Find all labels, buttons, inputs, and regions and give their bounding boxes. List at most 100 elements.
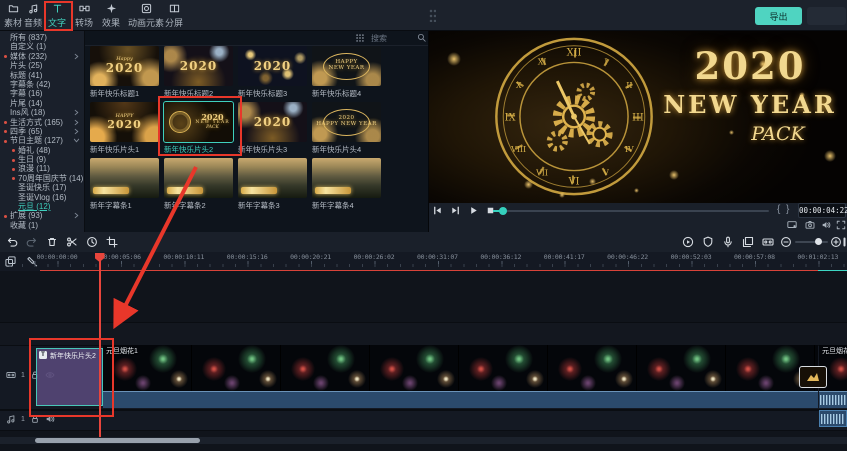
template-thumbnail[interactable]: 新年字幕条1 [90, 158, 159, 211]
preview-quality-button[interactable] [762, 236, 774, 248]
template-thumbnail[interactable]: 2020新年快乐片头3 [238, 102, 307, 155]
sidebar-item-14[interactable]: 浪漫 (11) [0, 164, 84, 173]
sidebar-item-8[interactable]: Ins风 (18) [0, 108, 84, 117]
timeline-audio-clip[interactable] [819, 410, 847, 427]
snapshot-camera-icon[interactable] [805, 220, 815, 230]
svg-text:VI: VI [568, 176, 580, 187]
sidebar-item-6[interactable]: 字幕 (16) [0, 89, 84, 98]
mark-out-button[interactable]: } [786, 204, 789, 215]
sidebar-item-7[interactable]: 片尾 (14) [0, 99, 84, 108]
tab-text[interactable]: 文字 [48, 3, 66, 29]
template-thumbnail[interactable]: HAPPY2020新年快乐片头1 [90, 102, 159, 155]
timeline-scrollbar[interactable] [0, 437, 847, 444]
sidebar-item-19[interactable]: 扩展 (93) [0, 211, 84, 220]
seek-handle[interactable] [499, 207, 507, 215]
preview-video[interactable]: XII I II III IV V VI VII VIII IX X XI 20… [429, 30, 847, 203]
grid-view-icon[interactable] [355, 33, 365, 43]
ruler-timecode: 00:00:41:17 [534, 253, 594, 261]
previous-frame-button[interactable] [432, 205, 443, 216]
mixer-button[interactable] [742, 236, 754, 248]
thumbnail-text: 2020 [107, 119, 142, 131]
ruler-timecode: 00:00:36:12 [471, 253, 531, 261]
chevron-right-icon[interactable] [73, 212, 80, 219]
thumbnail-label: 新年快乐片头2 [164, 144, 240, 155]
split-clip-button[interactable] [66, 236, 78, 248]
marker-button[interactable] [702, 236, 714, 248]
sidebar-item-12[interactable]: 婚礼 (48) [0, 146, 84, 155]
template-thumbnail[interactable]: 2020HAPPY NEW YEAR新年快乐片头4 [312, 102, 381, 155]
top-right-panel[interactable] [807, 7, 846, 25]
zoom-slider-handle[interactable] [815, 238, 822, 245]
sidebar-item-15[interactable]: 70周年国庆节 (14) [0, 174, 84, 183]
zoom-out-button[interactable] [780, 236, 792, 248]
timeline-tracks: 1 1 元旦烟花1 元旦烟花2 [0, 271, 847, 432]
timeline-zoom-slider[interactable] [795, 241, 828, 243]
tab-splitscreen[interactable]: 分屏 [165, 3, 183, 29]
transition-indicator[interactable] [799, 366, 827, 388]
thumbnail-label: 新年快乐片头1 [90, 144, 166, 155]
template-thumbnail[interactable]: 2020NEW YEARPACK新年快乐片头2 [164, 102, 233, 155]
sidebar-item-11[interactable]: 节日主题 (127) [0, 136, 84, 145]
chevron-right-icon[interactable] [73, 119, 80, 126]
next-frame-button[interactable] [450, 205, 461, 216]
undo-button[interactable] [6, 236, 18, 248]
sidebar-item-0[interactable]: 所有 (837) [0, 33, 84, 42]
sidebar-item-20[interactable]: 收藏 (1) [0, 221, 84, 230]
seek-bar[interactable] [493, 210, 769, 212]
panel-divider-grip[interactable] [429, 9, 436, 22]
export-button[interactable]: 导出 [755, 7, 802, 25]
thumbnail-art-oval: HAPPYNEW YEAR [312, 46, 381, 86]
redo-button[interactable] [26, 236, 38, 248]
tab-effects[interactable]: 效果 [102, 3, 120, 29]
sidebar-item-1[interactable]: 自定义 (1) [0, 42, 84, 51]
timeline-ruler[interactable]: 00:00:00:0000:00:05:0600:00:10:1100:00:1… [0, 252, 847, 271]
chevron-right-icon[interactable] [73, 53, 80, 60]
template-thumbnail[interactable]: 2020新年快乐标题3 [238, 46, 307, 99]
search-label[interactable]: 搜索 [371, 33, 387, 44]
template-thumbnail[interactable]: 新年字幕条2 [164, 158, 233, 211]
chevron-down-icon[interactable] [73, 137, 80, 144]
timeline-clip-fireworks-1[interactable]: 元旦烟花1 [103, 345, 818, 407]
ruler-timecode: 00:01:02:13 [788, 253, 847, 261]
volume-icon[interactable] [821, 220, 831, 230]
lock-track-icon[interactable] [30, 414, 40, 424]
tab-transition[interactable]: 转场 [75, 3, 93, 29]
speed-button[interactable] [86, 236, 98, 248]
fit-timeline-button[interactable] [841, 236, 847, 248]
render-preview-button[interactable] [682, 236, 694, 248]
playhead[interactable] [99, 253, 101, 437]
sidebar-item-5[interactable]: 字幕条 (42) [0, 80, 84, 89]
search-icon[interactable] [417, 33, 426, 42]
sidebar-item-18[interactable]: 元旦 (12) [0, 202, 84, 211]
chevron-right-icon[interactable] [73, 128, 80, 135]
fullscreen-icon[interactable] [836, 220, 846, 230]
empty-track-lane[interactable] [0, 322, 847, 346]
sidebar-item-label: 圣诞Vlog (16) [18, 193, 66, 202]
template-thumbnail[interactable]: Happy2020新年快乐标题1 [90, 46, 159, 99]
template-thumbnail[interactable]: 2020新年快乐标题2 [164, 46, 233, 99]
crop-button[interactable] [106, 236, 118, 248]
sidebar-item-17[interactable]: 圣诞Vlog (16) [0, 193, 84, 202]
sidebar-item-4[interactable]: 标题 (41) [0, 71, 84, 80]
sidebar-item-3[interactable]: 片头 (25) [0, 61, 84, 70]
dragged-text-clip[interactable]: T 新年快乐片头2 [36, 348, 103, 406]
track-mute-icon[interactable] [45, 414, 55, 424]
tab-audio[interactable]: 音频 [24, 3, 42, 29]
scrollbar-handle[interactable] [35, 438, 200, 443]
template-thumbnail[interactable]: 新年字幕条4 [312, 158, 381, 211]
voiceover-button[interactable] [722, 236, 734, 248]
audio-track-lane[interactable] [0, 410, 847, 431]
tab-media[interactable]: 素材 [4, 3, 22, 29]
delete-button[interactable] [46, 236, 58, 248]
sidebar-item-2[interactable]: 媒体 (232) [0, 52, 84, 61]
template-thumbnail[interactable]: HAPPYNEW YEAR新年快乐标题4 [312, 46, 381, 99]
play-button[interactable] [468, 205, 479, 216]
sidebar-item-9[interactable]: 生活方式 (165) [0, 118, 84, 127]
sidebar-item-10[interactable]: 四季 (65) [0, 127, 84, 136]
tab-elements[interactable]: 动画元素 [128, 3, 164, 29]
screen-record-icon[interactable] [787, 220, 797, 230]
chevron-right-icon[interactable] [73, 109, 80, 116]
sidebar-item-16[interactable]: 圣诞快乐 (17) [0, 183, 84, 192]
mark-in-button[interactable]: { [777, 204, 780, 215]
template-thumbnail[interactable]: 新年字幕条3 [238, 158, 307, 211]
